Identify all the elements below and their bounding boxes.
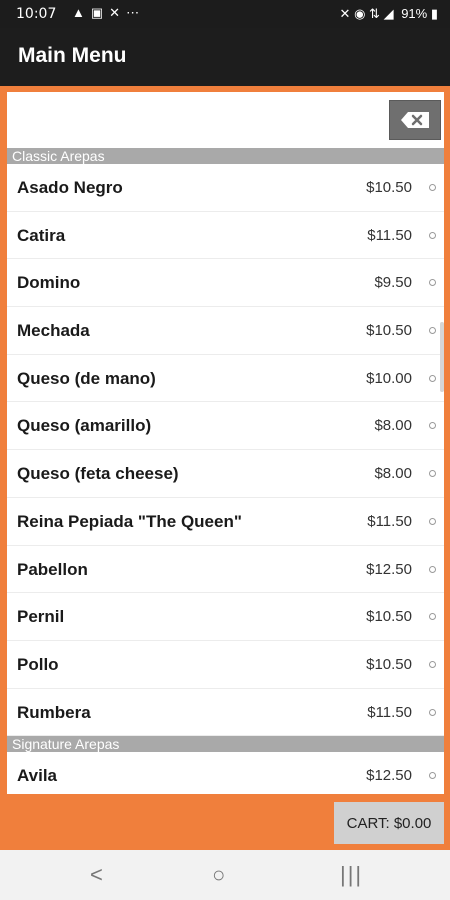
section-header-classic-arepas: Classic Arepas [7, 148, 444, 164]
item-name: Domino [17, 273, 81, 293]
recents-icon[interactable]: ||| [340, 862, 363, 888]
item-price: $8.00 [374, 417, 412, 435]
back-icon[interactable]: < [90, 862, 103, 888]
item-name: Mechada [17, 321, 90, 341]
item-price: $10.50 [366, 322, 412, 340]
status-time: 10:07 [16, 6, 57, 22]
radio-icon[interactable] [429, 184, 436, 191]
menu-item[interactable]: Pernil $10.50 [7, 593, 444, 641]
menu-item[interactable]: Domino $9.50 [7, 259, 444, 308]
item-price: $8.00 [374, 465, 412, 483]
navigation-bar: < ○ ||| [0, 850, 450, 900]
app-bar: Main Menu [0, 28, 450, 86]
radio-icon[interactable] [429, 772, 436, 780]
menu-item[interactable]: Rumbera $11.50 [7, 689, 444, 737]
signal-icon: ◢ [383, 6, 394, 21]
item-name: Asado Negro [17, 178, 123, 197]
menu-item[interactable]: Asado Negro $10.50 [7, 164, 444, 212]
clear-button[interactable] [389, 100, 441, 140]
item-name: Pollo [17, 654, 59, 674]
home-icon[interactable]: ○ [212, 862, 225, 888]
radio-icon[interactable] [429, 279, 436, 287]
item-name: Queso (de mano) [17, 368, 156, 388]
menu-list: Classic Arepas Asado Negro $10.50 Catira… [7, 148, 444, 794]
navigation-icon: ▲ [72, 5, 91, 20]
item-price: $10.50 [366, 179, 412, 196]
radio-icon[interactable] [429, 708, 436, 716]
mute-icon: ✕ [339, 6, 351, 21]
cart-button[interactable]: CART: $0.00 [334, 802, 444, 844]
item-price: $11.50 [367, 226, 412, 244]
radio-icon[interactable] [429, 565, 436, 573]
item-price: $10.00 [366, 369, 412, 387]
page-title: Main Menu [18, 44, 127, 67]
radio-icon[interactable] [429, 327, 436, 335]
radio-icon[interactable] [429, 231, 436, 239]
radio-icon[interactable] [429, 422, 436, 430]
item-price: $11.50 [367, 512, 412, 530]
item-name: Queso (feta cheese) [17, 464, 179, 484]
radio-icon[interactable] [429, 660, 436, 668]
menu-item[interactable]: Queso (amarillo) $8.00 [7, 402, 444, 451]
menu-item[interactable]: Catira $11.50 [7, 212, 444, 260]
status-bar: 10:07 ▲▣✕⋯ ✕ ◉ ⇅ ◢ 91% ▮ [0, 0, 450, 28]
item-price: $10.50 [366, 655, 412, 673]
backspace-icon [401, 112, 429, 128]
menu-item[interactable]: Reina Pepiada "The Queen" $11.50 [7, 498, 444, 546]
item-name: Queso (amarillo) [17, 416, 152, 436]
menu-item[interactable]: Pabellon $12.50 [7, 546, 444, 594]
item-price: $11.50 [367, 703, 412, 721]
item-price: $9.50 [374, 274, 412, 292]
battery-icon: ▮ [430, 6, 438, 21]
gallery-icon: ▣ [90, 5, 110, 20]
system-icons: ✕ ◉ ⇅ ◢ 91% ▮ [340, 6, 438, 22]
lte-icon: ⇅ [369, 6, 380, 21]
radio-icon[interactable] [429, 613, 436, 621]
notification-icons: ▲▣✕⋯ [72, 5, 145, 21]
radio-icon[interactable] [429, 470, 436, 478]
item-name: Catira [17, 225, 66, 245]
menu-item[interactable]: Mechada $10.50 [7, 307, 444, 355]
item-price: $10.50 [366, 608, 412, 626]
menu-item[interactable]: Avila $12.50 [7, 752, 444, 794]
item-name: Rumbera [17, 702, 91, 722]
radio-icon[interactable] [429, 374, 436, 382]
item-name: Avila [17, 766, 58, 786]
menu-item[interactable]: Queso (de mano) $10.00 [7, 355, 444, 403]
scrollbar[interactable] [440, 322, 444, 392]
radio-icon[interactable] [429, 517, 436, 525]
missed-call-icon: ✕ [109, 5, 127, 20]
item-name: Pabellon [17, 559, 88, 579]
menu-panel: Classic Arepas Asado Negro $10.50 Catira… [7, 92, 444, 794]
menu-item[interactable]: Queso (feta cheese) $8.00 [7, 450, 444, 498]
item-price: $12.50 [366, 560, 412, 578]
location-icon: ◉ [354, 6, 366, 21]
battery-percent: 91% [401, 6, 428, 21]
item-name: Reina Pepiada "The Queen" [17, 511, 242, 531]
more-icon: ⋯ [126, 5, 146, 20]
item-price: $12.50 [366, 767, 412, 785]
item-name: Pernil [17, 607, 65, 627]
section-header-signature-arepas: Signature Arepas [7, 736, 444, 753]
menu-item[interactable]: Pollo $10.50 [7, 641, 444, 689]
